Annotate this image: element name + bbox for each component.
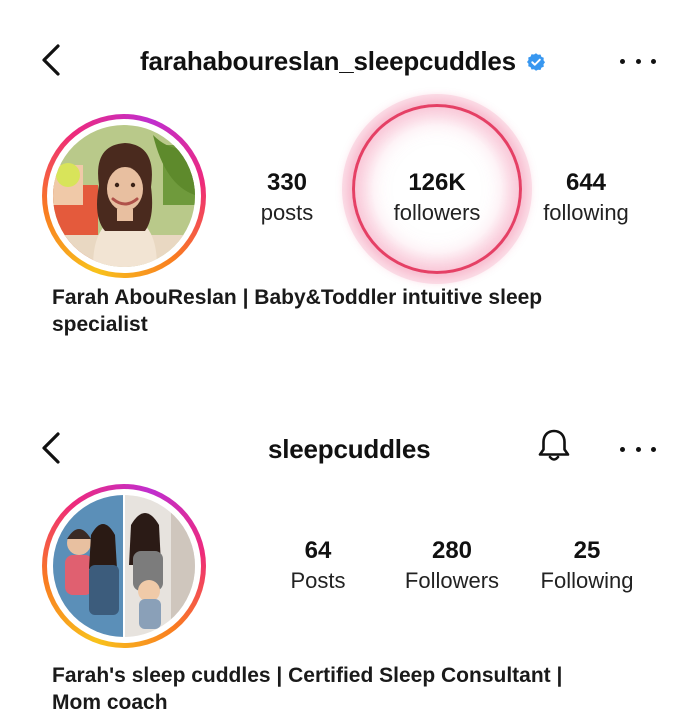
posts-count: 330 [266, 169, 308, 196]
dot [651, 446, 656, 452]
following-label: following [543, 200, 629, 225]
verified-badge-icon [526, 53, 545, 71]
dot [651, 58, 656, 64]
bio-line: Farah's sleep cuddles | Certified Sleep … [52, 664, 563, 687]
stat-posts[interactable]: 330 posts [227, 168, 347, 228]
bio-line: Farah AbouReslan | Baby&Toddler intuitiv… [52, 286, 543, 309]
stat-posts[interactable]: 64 Posts [258, 536, 378, 596]
dot [635, 58, 641, 64]
stat-followers[interactable]: 126K followers [377, 168, 497, 228]
profile-bio: Farah AbouReslan | Baby&Toddler intuitiv… [52, 284, 542, 338]
bell-icon[interactable] [534, 426, 574, 466]
profile-bio: Farah's sleep cuddles | Certified Sleep … [52, 662, 562, 716]
collage-illustration [53, 495, 195, 637]
stat-following[interactable]: 25 Following [527, 536, 647, 596]
posts-count: 64 [304, 537, 332, 564]
followers-count: 126K [408, 169, 466, 196]
bio-line: Mom coach [52, 691, 168, 714]
profile-avatar[interactable] [42, 484, 206, 648]
chevron-left-icon [42, 44, 60, 76]
profile-username: sleepcuddles [268, 434, 431, 464]
avatar-photo-farah [53, 125, 195, 267]
dot [620, 446, 625, 452]
stat-followers[interactable]: 280 Followers [392, 536, 512, 596]
back-button[interactable] [36, 40, 66, 80]
top-navigation-bar: farahaboureslan_sleepcuddles [0, 32, 689, 92]
followers-count: 280 [431, 537, 473, 564]
following-label: Following [540, 568, 634, 593]
stat-following[interactable]: 644 following [526, 168, 646, 228]
followers-label: followers [393, 200, 481, 225]
posts-label: posts [260, 200, 314, 225]
followers-label: Followers [404, 568, 500, 593]
dot [635, 446, 641, 452]
dot [620, 58, 625, 64]
top-navigation-bar: sleepcuddles [0, 418, 689, 478]
more-options-button[interactable] [620, 46, 656, 76]
profile-header-secondary: sleepcuddles 64 Posts 280 Followers 25 F… [0, 380, 689, 720]
back-button[interactable] [36, 428, 66, 468]
portrait-illustration [53, 125, 195, 267]
more-options-button[interactable] [620, 434, 656, 464]
chevron-left-icon [42, 432, 60, 464]
username-text: farahaboureslan_sleepcuddles [140, 46, 516, 76]
posts-label: Posts [290, 568, 346, 593]
following-count: 644 [565, 169, 607, 196]
following-count: 25 [573, 537, 601, 564]
profile-header-verified: farahaboureslan_sleepcuddles 330 posts 1… [0, 0, 689, 350]
bio-line: specialist [52, 313, 148, 336]
profile-avatar[interactable] [42, 114, 206, 278]
profile-username: farahaboureslan_sleepcuddles [140, 46, 546, 77]
avatar-photo-collage [53, 495, 195, 637]
